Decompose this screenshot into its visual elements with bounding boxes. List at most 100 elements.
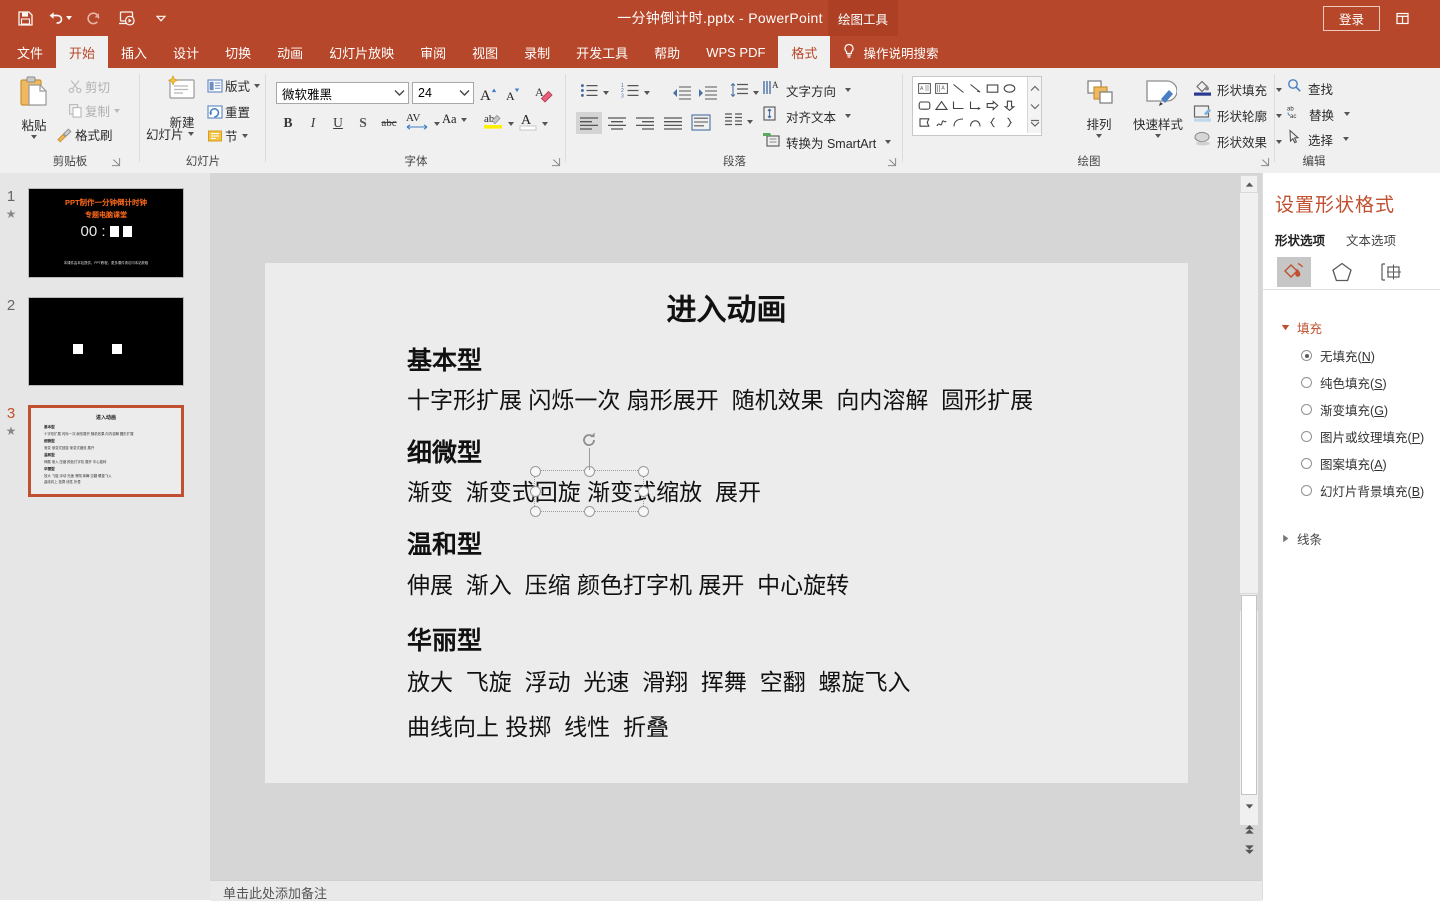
notes-placeholder[interactable]: 单击此处添加备注 — [223, 883, 327, 902]
tab-help[interactable]: 帮助 — [641, 36, 693, 68]
shape-arc-icon[interactable] — [950, 114, 967, 131]
anim-item[interactable]: 展开 — [698, 572, 744, 598]
login-button[interactable]: 登录 — [1323, 6, 1380, 31]
align-right-button[interactable] — [632, 112, 658, 134]
thumbnail-slide-1[interactable]: PPT制作一分钟倒计时钟 专题电脑课堂 00 : 本课件由本站提供，PPT教程，… — [28, 188, 184, 278]
thumbnail-item-1[interactable]: 1 ★ PPT制作一分钟倒计时钟 专题电脑课堂 00 : 本课件由本站提供，PP… — [0, 188, 184, 278]
smartart-dropdown-icon[interactable] — [885, 140, 892, 144]
shape-down-arrow-icon[interactable] — [1001, 97, 1018, 114]
tell-me-search[interactable]: 操作说明搜索 — [830, 36, 950, 68]
anim-item[interactable]: 扇形展开 — [627, 387, 719, 413]
shape-elbow-arrow-icon[interactable] — [967, 97, 984, 114]
anim-item[interactable]: 闪烁一次 — [528, 387, 620, 413]
tab-design[interactable]: 设计 — [160, 36, 212, 68]
reset-button[interactable]: 重置 — [204, 102, 250, 121]
anim-item[interactable]: 渐入 — [466, 572, 512, 598]
replace-dropdown-icon[interactable] — [1344, 112, 1351, 116]
redo-icon[interactable] — [76, 1, 110, 35]
save-icon[interactable] — [8, 1, 42, 35]
shape-curve-icon[interactable] — [967, 114, 984, 131]
thumbnail-item-3[interactable]: 3 ★ 进入动画 基本型 十字形扩展 闪烁一次 扇形展开 随机效果 向内溶解 圆… — [0, 405, 184, 497]
layout-button[interactable]: 版式 — [204, 76, 261, 95]
radio-slide-background-fill[interactable] — [1301, 485, 1312, 496]
fill-line-icon[interactable] — [1277, 257, 1311, 287]
shape-text-box-icon[interactable]: A — [916, 80, 933, 97]
paragraph-dialog-launcher[interactable] — [886, 156, 898, 168]
undo-icon[interactable] — [42, 1, 76, 35]
selection-handle-se[interactable] — [638, 506, 649, 517]
anim-item[interactable]: 放大 — [407, 669, 453, 695]
anim-item[interactable]: 随机效果 — [732, 387, 824, 413]
justify-button[interactable] — [660, 112, 686, 134]
shape-fill-button[interactable]: 形状填充 — [1193, 78, 1283, 101]
scroll-up-button[interactable] — [1240, 175, 1258, 193]
previous-slide-button[interactable] — [1240, 820, 1258, 838]
text-highlight-button[interactable]: ab — [482, 110, 514, 137]
shapes-grid[interactable]: A A — [916, 80, 1022, 131]
anim-item[interactable]: 空翻 — [760, 669, 806, 695]
numbering-dropdown-icon[interactable] — [644, 91, 650, 95]
slide-heading-2[interactable]: 温和型 — [407, 525, 482, 561]
anim-item[interactable]: 压缩 — [525, 572, 571, 598]
replace-button[interactable]: ab ac 替换 — [1287, 104, 1351, 124]
quick-styles-button[interactable]: 快速样式 — [1127, 77, 1189, 138]
selection-handle-e[interactable] — [638, 486, 649, 497]
increase-indent-button[interactable] — [696, 82, 720, 104]
start-slideshow-icon[interactable] — [110, 1, 144, 35]
decrease-font-size-button[interactable]: A — [502, 82, 526, 106]
align-text-button[interactable]: 对齐文本 — [762, 105, 852, 127]
select-button[interactable]: 选择 — [1287, 129, 1350, 149]
anim-item[interactable]: 飞旋 — [466, 669, 512, 695]
format-pane-tab-shape-options[interactable]: 形状选项 — [1275, 230, 1325, 249]
restore-window-icon[interactable] — [1392, 8, 1412, 28]
shape-right-brace-icon[interactable] — [1001, 114, 1018, 131]
shape-vertical-text-box-icon[interactable]: A — [933, 80, 950, 97]
selection-handle-nw[interactable] — [530, 466, 541, 477]
tab-developer[interactable]: 开发工具 — [563, 36, 641, 68]
italic-button[interactable]: I — [302, 112, 324, 134]
tab-view[interactable]: 视图 — [459, 36, 511, 68]
drawing-dialog-launcher[interactable] — [1259, 156, 1271, 168]
highlight-dropdown-icon[interactable] — [508, 121, 514, 126]
character-spacing-button[interactable]: AV — [405, 110, 440, 137]
slide-thumbnail-pane[interactable]: 1 ★ PPT制作一分钟倒计时钟 专题电脑课堂 00 : 本课件由本站提供，PP… — [0, 173, 210, 900]
shape-rounded-rect-icon[interactable] — [916, 97, 933, 114]
format-shape-pane[interactable]: 设置形状格式 形状选项 文本选项 填充 无填充(N) 纯色填充(S) 渐变填充(… — [1262, 173, 1440, 900]
tab-transitions[interactable]: 切换 — [212, 36, 264, 68]
anim-item[interactable]: 光速 — [583, 669, 629, 695]
change-case-button[interactable]: Aa — [442, 112, 467, 127]
selection-handle-n[interactable] — [584, 466, 595, 477]
anim-item[interactable]: 投掷 — [505, 714, 551, 740]
notes-pane[interactable]: 单击此处添加备注 — [210, 880, 1262, 901]
quick-styles-dropdown-icon[interactable] — [1155, 134, 1161, 138]
columns-dropdown-icon[interactable] — [747, 120, 753, 124]
next-slide-button[interactable] — [1240, 840, 1258, 858]
strikethrough-button[interactable]: abc — [376, 112, 402, 134]
clear-formatting-button[interactable]: A — [531, 81, 557, 105]
rotate-handle-icon[interactable] — [580, 431, 598, 449]
align-left-button[interactable] — [576, 112, 602, 134]
text-shadow-button[interactable]: S — [352, 112, 374, 134]
anim-item[interactable]: 螺旋飞入 — [818, 669, 910, 695]
anim-item[interactable]: 颜色打字机 — [577, 572, 692, 598]
fill-option-gradient-fill[interactable]: 渐变填充(G) — [1301, 400, 1388, 419]
effects-icon[interactable] — [1325, 257, 1359, 287]
slide-line-4[interactable]: 曲线向上 投掷 线性 折叠 — [407, 708, 669, 742]
numbering-button[interactable]: 123 — [621, 82, 650, 104]
slide-heading-1[interactable]: 细微型 — [407, 433, 482, 469]
tab-animations[interactable]: 动画 — [264, 36, 316, 68]
bold-button[interactable]: B — [277, 112, 299, 134]
shape-effects-button[interactable]: 形状效果 — [1193, 130, 1283, 153]
slide-heading-0[interactable]: 基本型 — [407, 341, 482, 377]
decrease-indent-button[interactable] — [670, 82, 694, 104]
anim-item[interactable]: 折叠 — [623, 714, 669, 740]
arrange-dropdown-icon[interactable] — [1096, 134, 1102, 138]
fill-option-picture-texture-fill[interactable]: 图片或纹理填充(P) — [1301, 427, 1424, 446]
underline-button[interactable]: U — [327, 112, 349, 134]
radio-pattern-fill[interactable] — [1301, 458, 1312, 469]
format-pane-section-fill[interactable]: 填充 — [1281, 318, 1322, 337]
fill-option-solid-fill[interactable]: 纯色填充(S) — [1301, 373, 1387, 392]
text-direction-dropdown-icon[interactable] — [845, 88, 852, 92]
shapes-more-icon[interactable] — [1030, 115, 1040, 133]
layout-dropdown-icon[interactable] — [254, 83, 261, 88]
